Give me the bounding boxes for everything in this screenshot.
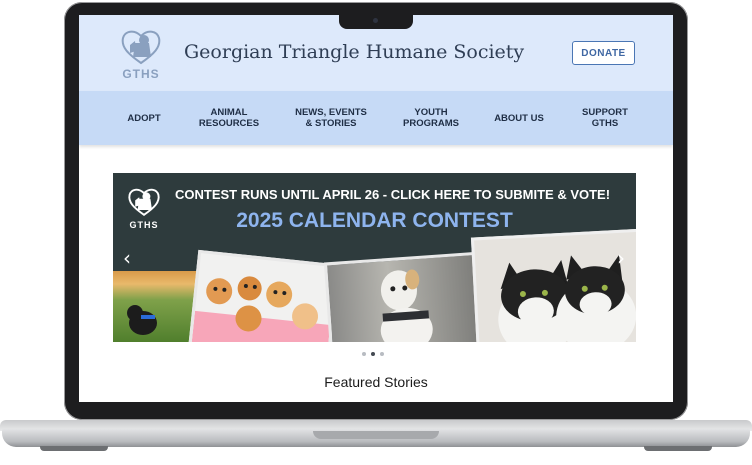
gths-logo[interactable]: GTHS bbox=[118, 27, 164, 81]
site-title[interactable]: Georgian Triangle Humane Society bbox=[184, 41, 524, 63]
main-nav: ADOPT ANIMAL RESOURCES NEWS, EVENTS & ST… bbox=[79, 91, 673, 145]
nav-item-youth-programs[interactable]: YOUTH PROGRAMS bbox=[396, 91, 466, 145]
carousel-dot[interactable] bbox=[362, 352, 366, 356]
nav-item-animal-resources[interactable]: ANIMAL RESOURCES bbox=[196, 91, 262, 145]
logo-text: GTHS bbox=[122, 67, 160, 81]
calendar-contest-carousel[interactable]: GTHS CONTEST RUNS UNTIL APRIL 26 - CLICK… bbox=[113, 173, 636, 342]
contest-announcement[interactable]: CONTEST RUNS UNTIL APRIL 26 - CLICK HERE… bbox=[175, 187, 610, 202]
nav-item-support-gths[interactable]: SUPPORT GTHS bbox=[575, 91, 635, 145]
featured-stories-heading: Featured Stories bbox=[324, 374, 428, 390]
dog-with-harness-photo bbox=[323, 251, 487, 342]
browser-screen: GTHS Georgian Triangle Humane Society DO… bbox=[79, 15, 673, 402]
two-cats-photo bbox=[470, 228, 636, 342]
chevron-left-icon: ‹ bbox=[123, 246, 131, 270]
laptop-foot bbox=[644, 446, 712, 451]
contest-title[interactable]: 2025 CALENDAR CONTEST bbox=[113, 209, 636, 233]
nav-item-news-events-stories[interactable]: NEWS, EVENTS & STORIES bbox=[291, 91, 371, 145]
kittens-photo bbox=[188, 249, 340, 342]
camera-notch bbox=[339, 15, 413, 29]
laptop-foot bbox=[40, 446, 108, 451]
chevron-right-icon: › bbox=[617, 246, 625, 270]
carousel-prev-button[interactable]: ‹ bbox=[119, 247, 135, 269]
donate-button[interactable]: DONATE bbox=[572, 41, 635, 65]
carousel-indicators bbox=[362, 352, 384, 356]
carousel-dot[interactable] bbox=[380, 352, 384, 356]
carousel-next-button[interactable]: › bbox=[613, 247, 629, 269]
heart-dog-cat-icon bbox=[121, 30, 161, 65]
nav-item-adopt[interactable]: ADOPT bbox=[115, 91, 173, 145]
carousel-dot-active[interactable] bbox=[371, 352, 375, 356]
camera-icon bbox=[373, 18, 378, 23]
dog-in-field-photo bbox=[113, 271, 197, 342]
laptop-base-groove bbox=[313, 431, 439, 439]
nav-item-about-us[interactable]: ABOUT US bbox=[487, 91, 551, 145]
